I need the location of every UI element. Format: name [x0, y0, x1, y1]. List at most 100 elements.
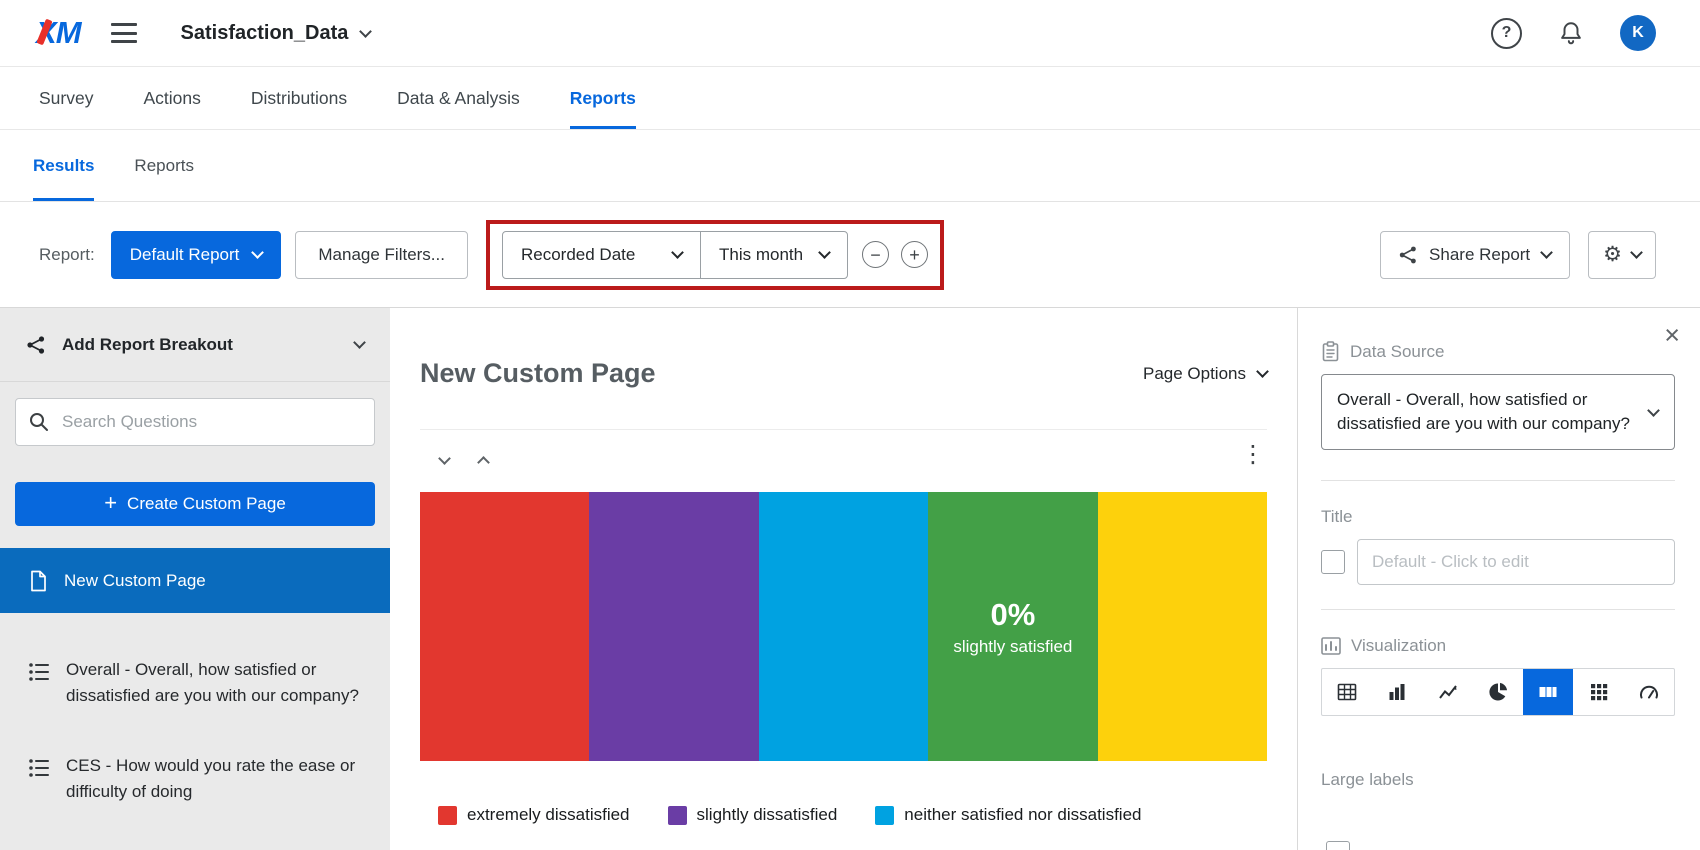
viz-line-chart-icon[interactable] [1423, 669, 1473, 715]
legend-item: neither satisfied nor dissatisfied [875, 805, 1141, 825]
legend-item: slightly dissatisfied [668, 805, 838, 825]
collapse-widget-icon[interactable] [438, 452, 451, 465]
legend-label: slightly dissatisfied [697, 805, 838, 825]
minus-icon: − [870, 246, 881, 264]
chevron-down-icon [353, 336, 366, 349]
report-sidebar: Add Report Breakout + Create Custom Page… [0, 308, 390, 850]
expand-widget-icon[interactable] [477, 456, 490, 469]
question-list: Overall - Overall, how satisfied or diss… [0, 613, 390, 805]
chevron-down-icon [671, 246, 684, 259]
filter-range-label: This month [719, 245, 803, 265]
question-label: Overall - Overall, how satisfied or diss… [66, 657, 362, 709]
chart-legend: extremely dissatisfied slightly dissatisf… [420, 805, 1267, 825]
filter-field-dropdown[interactable]: Recorded Date [503, 232, 701, 278]
subtab-label: Reports [134, 156, 194, 176]
avatar[interactable]: K [1620, 15, 1656, 51]
tab-reports[interactable]: Reports [570, 67, 636, 129]
data-source-value: Overall - Overall, how satisfied or diss… [1337, 390, 1630, 433]
widget-menu-icon[interactable]: ⋮ [1241, 440, 1265, 468]
manage-filters-button[interactable]: Manage Filters... [295, 231, 468, 279]
tab-label: Distributions [251, 88, 347, 109]
viz-data-table-icon[interactable] [1322, 669, 1372, 715]
gear-icon: ⚙ [1603, 244, 1622, 265]
tab-label: Survey [39, 88, 93, 109]
divider [1321, 609, 1675, 610]
share-icon [1399, 246, 1417, 264]
legend-swatch [875, 806, 894, 825]
report-label: Report: [39, 245, 95, 265]
bar-segment-4[interactable] [1098, 492, 1267, 761]
sidebar-item-question-overall[interactable]: Overall - Overall, how satisfied or diss… [0, 657, 390, 709]
question-label: CES - How would you rate the ease or dif… [66, 753, 362, 805]
add-filter-button[interactable]: + [901, 241, 928, 268]
chevron-down-icon [1540, 246, 1553, 259]
create-custom-page-label: Create Custom Page [127, 494, 286, 514]
bar-segment-1[interactable] [589, 492, 758, 761]
subtab-results[interactable]: Results [33, 130, 94, 201]
bar-segment-3[interactable]: 0% slightly satisfied [928, 492, 1097, 761]
viz-horizontal-bar-chart-icon[interactable] [1523, 669, 1573, 715]
annotation-highlight-box: Recorded Date This month − + [486, 220, 944, 290]
segment-value-label: 0% [990, 597, 1035, 633]
viz-pie-chart-icon[interactable] [1473, 669, 1523, 715]
legend-item: extremely dissatisfied [438, 805, 630, 825]
data-source-label: Data Source [1350, 342, 1445, 362]
notifications-bell-icon[interactable] [1558, 20, 1584, 46]
list-icon [28, 661, 50, 683]
sidebar-item-question-ces[interactable]: CES - How would you rate the ease or dif… [0, 753, 390, 805]
remove-filter-button[interactable]: − [862, 241, 889, 268]
data-source-select[interactable]: Overall - Overall, how satisfied or diss… [1321, 374, 1675, 450]
subtab-reports[interactable]: Reports [134, 130, 194, 201]
top-bar: X M Satisfaction_Data ? K [0, 0, 1700, 67]
large-labels-label: Large labels [1321, 770, 1675, 790]
help-icon[interactable]: ? [1491, 18, 1522, 49]
main-nav: Survey Actions Distributions Data & Anal… [0, 67, 1700, 130]
breakout-icon [26, 335, 46, 355]
visualization-settings-panel: × Data Source Overall - Overall, how sat… [1297, 308, 1700, 850]
title-section-label: Title [1321, 507, 1675, 527]
avatar-initial: K [1632, 24, 1644, 42]
viz-bar-chart-icon[interactable] [1372, 669, 1422, 715]
manage-filters-label: Manage Filters... [318, 245, 445, 265]
menu-icon[interactable] [111, 23, 137, 43]
title-checkbox[interactable] [1321, 550, 1345, 574]
title-input[interactable] [1357, 539, 1675, 585]
visualization-type-selector [1321, 668, 1675, 716]
chevron-down-icon [1630, 246, 1643, 259]
close-panel-icon[interactable]: × [1664, 322, 1680, 349]
page-options-label: Page Options [1143, 364, 1246, 384]
tab-actions[interactable]: Actions [143, 67, 200, 129]
viz-gauge-chart-icon[interactable] [1624, 669, 1674, 715]
segment-category-label: slightly satisfied [953, 637, 1072, 657]
sidebar-item-new-custom-page[interactable]: New Custom Page [0, 548, 390, 613]
report-settings-button[interactable]: ⚙ [1588, 231, 1656, 279]
viz-pivot-table-icon[interactable] [1573, 669, 1623, 715]
search-questions [15, 398, 375, 446]
bar-segment-2[interactable] [759, 492, 928, 761]
visualization-label: Visualization [1351, 636, 1446, 656]
chevron-down-icon [359, 25, 372, 38]
list-icon [28, 757, 50, 779]
add-report-breakout[interactable]: Add Report Breakout [0, 308, 390, 382]
search-questions-input[interactable] [15, 398, 375, 446]
page-icon [28, 570, 48, 592]
clipboard-icon [1321, 341, 1340, 362]
tab-data-analysis[interactable]: Data & Analysis [397, 67, 520, 129]
tab-survey[interactable]: Survey [39, 67, 93, 129]
bar-segment-0[interactable] [420, 492, 589, 761]
tab-distributions[interactable]: Distributions [251, 67, 347, 129]
share-report-button[interactable]: Share Report [1380, 231, 1570, 279]
survey-title-dropdown[interactable]: Satisfaction_Data [181, 22, 371, 45]
stacked-bar-chart: 0% slightly satisfied [420, 492, 1267, 761]
report-selector-button[interactable]: Default Report [111, 231, 282, 279]
large-labels-checkbox[interactable] [1326, 841, 1350, 850]
legend-swatch [438, 806, 457, 825]
share-report-label: Share Report [1429, 245, 1530, 265]
legend-label: neither satisfied nor dissatisfied [904, 805, 1141, 825]
page-options-dropdown[interactable]: Page Options [1143, 364, 1267, 384]
subtab-label: Results [33, 156, 94, 176]
visualization-icon [1321, 637, 1341, 655]
filter-range-dropdown[interactable]: This month [701, 232, 847, 278]
report-selector-label: Default Report [130, 245, 240, 265]
create-custom-page-button[interactable]: + Create Custom Page [15, 482, 375, 526]
